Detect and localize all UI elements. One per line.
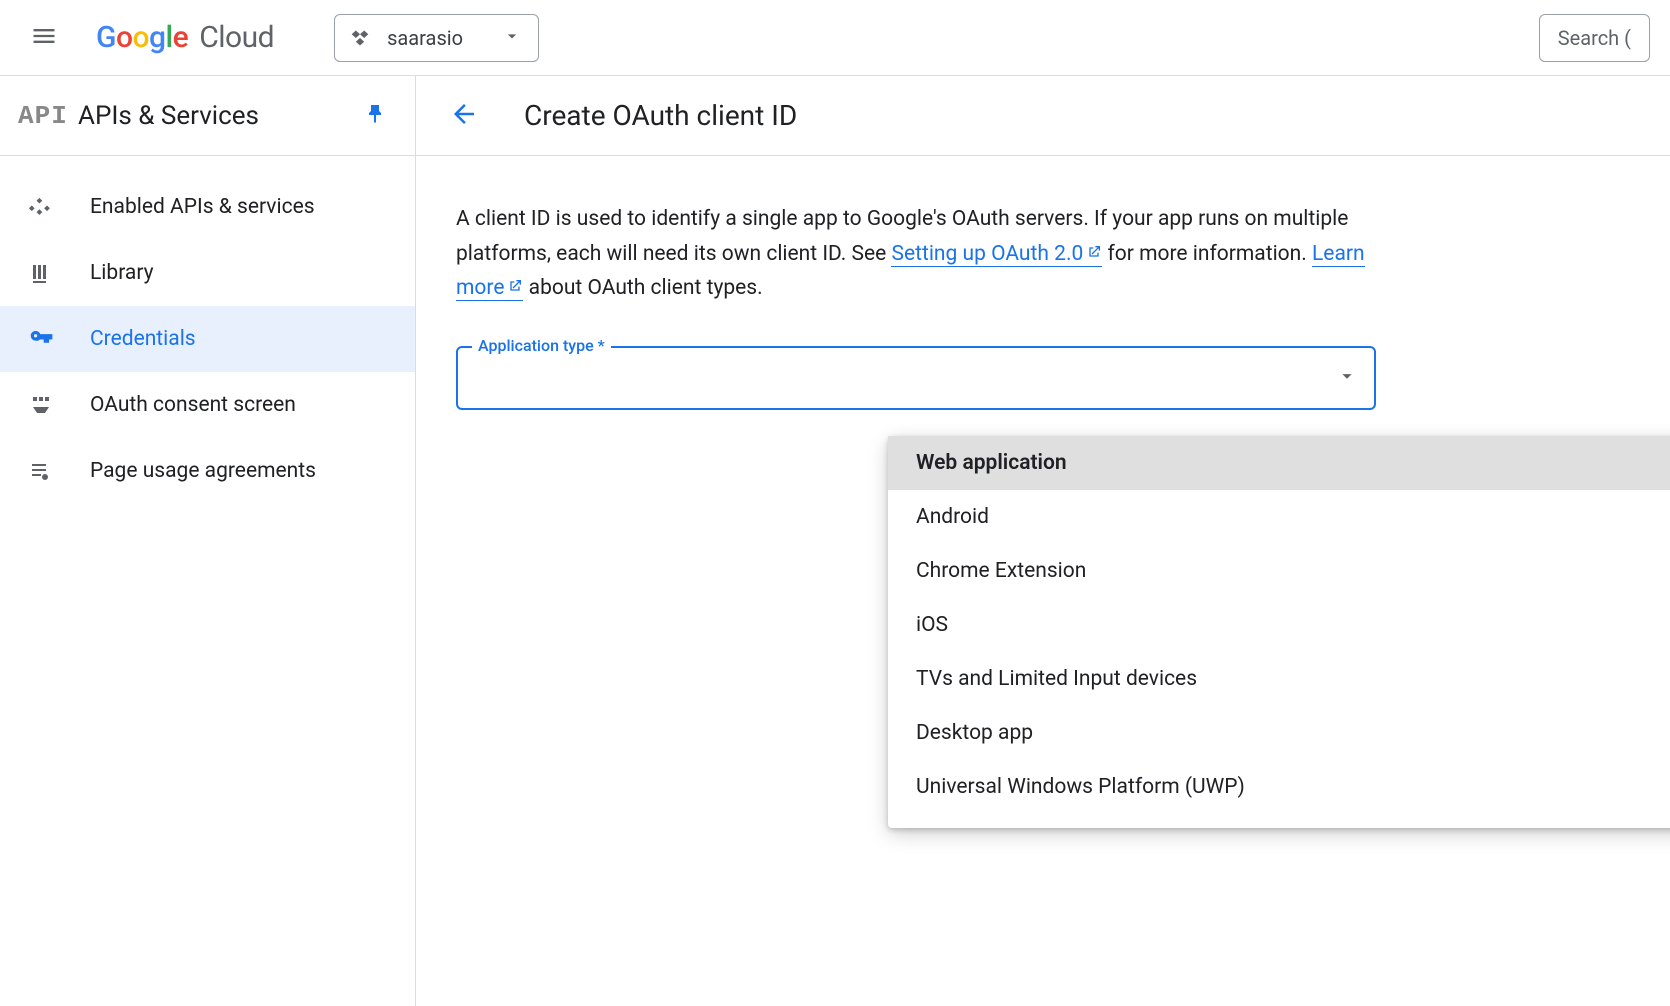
sidebar-item-label: OAuth consent screen <box>90 393 296 417</box>
search-box[interactable]: Search ( <box>1539 14 1650 62</box>
pin-button[interactable] <box>355 96 395 136</box>
dropdown-option-uwp[interactable]: Universal Windows Platform (UWP) <box>888 760 1670 814</box>
sidebar-item-enabled-apis[interactable]: Enabled APIs & services <box>0 174 415 240</box>
caret-down-icon <box>502 26 522 50</box>
page-header: Create OAuth client ID <box>416 76 1670 156</box>
main-content: Create OAuth client ID A client ID is us… <box>416 76 1670 1006</box>
application-type-select[interactable]: Application type * <box>456 346 1376 410</box>
google-cloud-logo[interactable]: Google Cloud <box>96 20 274 55</box>
sidebar-title: APIs & Services <box>78 101 355 131</box>
setup-oauth-link[interactable]: Setting up OAuth 2.0 <box>891 242 1102 267</box>
select-label: Application type * <box>472 336 611 355</box>
sidebar-item-credentials[interactable]: Credentials <box>0 306 415 372</box>
sidebar-item-library[interactable]: Library <box>0 240 415 306</box>
pin-icon <box>363 102 387 129</box>
page-title: Create OAuth client ID <box>524 99 797 132</box>
sidebar-item-label: Page usage agreements <box>90 459 316 483</box>
hamburger-menu-button[interactable] <box>20 14 68 62</box>
arrow-left-icon <box>449 99 479 132</box>
consent-icon <box>26 390 56 420</box>
dropdown-option-ios[interactable]: iOS <box>888 598 1670 652</box>
search-placeholder: Search ( <box>1558 26 1631 50</box>
diamond-icon <box>26 192 56 222</box>
back-button[interactable] <box>444 96 484 136</box>
description-text: A client ID is used to identify a single… <box>456 202 1376 306</box>
sidebar-item-label: Credentials <box>90 327 196 351</box>
dropdown-option-android[interactable]: Android <box>888 490 1670 544</box>
dropdown-option-desktop[interactable]: Desktop app <box>888 706 1670 760</box>
dropdown-option-web-application[interactable]: Web application <box>888 436 1670 490</box>
content-area: A client ID is used to identify a single… <box>416 156 1416 456</box>
library-icon <box>26 258 56 288</box>
sidebar-item-label: Enabled APIs & services <box>90 195 315 219</box>
menu-icon <box>30 22 58 53</box>
sidebar-header: API APIs & Services <box>0 76 415 156</box>
top-bar: Google Cloud saarasio Search ( <box>0 0 1670 76</box>
agreements-icon <box>26 456 56 486</box>
key-icon <box>26 324 56 354</box>
application-type-dropdown: Web application Android Chrome Extension… <box>888 436 1670 828</box>
sidebar-item-label: Library <box>90 261 154 285</box>
api-badge: API <box>18 101 78 131</box>
sidebar-item-page-usage[interactable]: Page usage agreements <box>0 438 415 504</box>
project-picker[interactable]: saarasio <box>334 14 539 62</box>
caret-down-icon <box>1336 365 1358 391</box>
sidebar: API APIs & Services Enabled APIs & servi… <box>0 76 416 1006</box>
external-link-icon <box>1086 237 1102 272</box>
project-name: saarasio <box>387 26 486 50</box>
dropdown-option-chrome-extension[interactable]: Chrome Extension <box>888 544 1670 598</box>
project-icon <box>349 27 371 49</box>
dropdown-option-tvs[interactable]: TVs and Limited Input devices <box>888 652 1670 706</box>
sidebar-item-oauth-consent[interactable]: OAuth consent screen <box>0 372 415 438</box>
sidebar-nav: Enabled APIs & services Library Credenti… <box>0 156 415 504</box>
external-link-icon <box>507 271 523 306</box>
